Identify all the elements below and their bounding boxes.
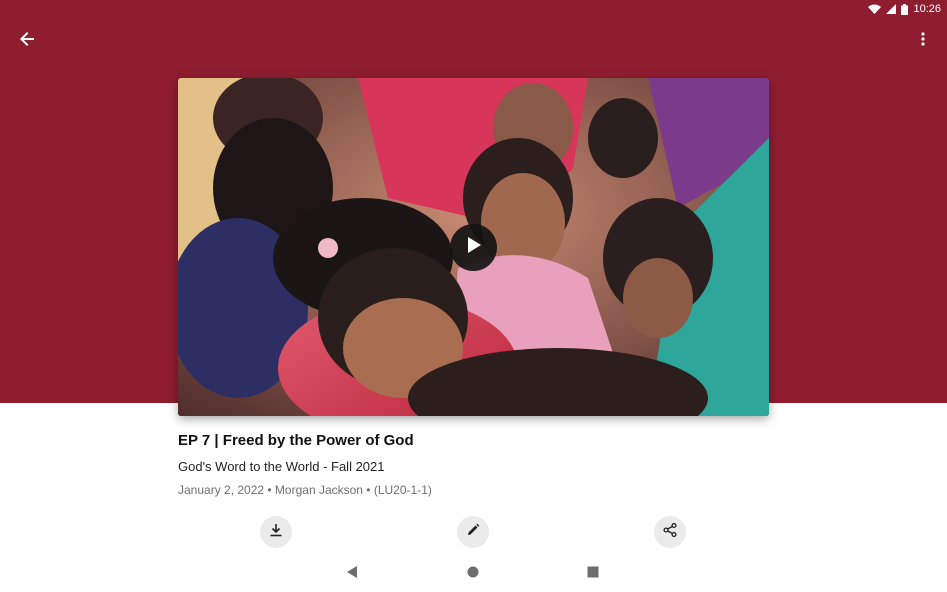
edit-button[interactable]: [457, 516, 489, 548]
nav-home-button[interactable]: [465, 566, 481, 582]
wifi-icon: [868, 4, 882, 14]
status-bar: 10:26: [0, 0, 947, 18]
episode-title: EP 7 | Freed by the Power of God: [178, 432, 414, 449]
video-player[interactable]: [178, 78, 769, 416]
arrow-back-icon: [19, 31, 35, 52]
signal-icon: [886, 4, 897, 14]
nav-recents-icon: [587, 565, 599, 583]
nav-home-icon: [467, 565, 479, 583]
share-icon: [663, 522, 677, 542]
edit-icon: [466, 523, 480, 542]
nav-recents-button[interactable]: [585, 566, 601, 582]
battery-icon: [901, 3, 909, 15]
nav-back-button[interactable]: [344, 566, 360, 582]
more-options-button[interactable]: [907, 25, 939, 57]
episode-meta: January 2, 2022 • Morgan Jackson • (LU20…: [178, 483, 432, 497]
nav-back-icon: [346, 565, 358, 583]
share-button[interactable]: [654, 516, 686, 548]
more-vert-icon: [921, 31, 925, 51]
play-button[interactable]: [450, 224, 497, 271]
back-button[interactable]: [11, 25, 43, 57]
series-name: God's Word to the World - Fall 2021: [178, 459, 385, 474]
download-button[interactable]: [260, 516, 292, 548]
download-icon: [269, 523, 283, 542]
status-time: 10:26: [913, 3, 941, 15]
play-icon: [466, 236, 482, 259]
